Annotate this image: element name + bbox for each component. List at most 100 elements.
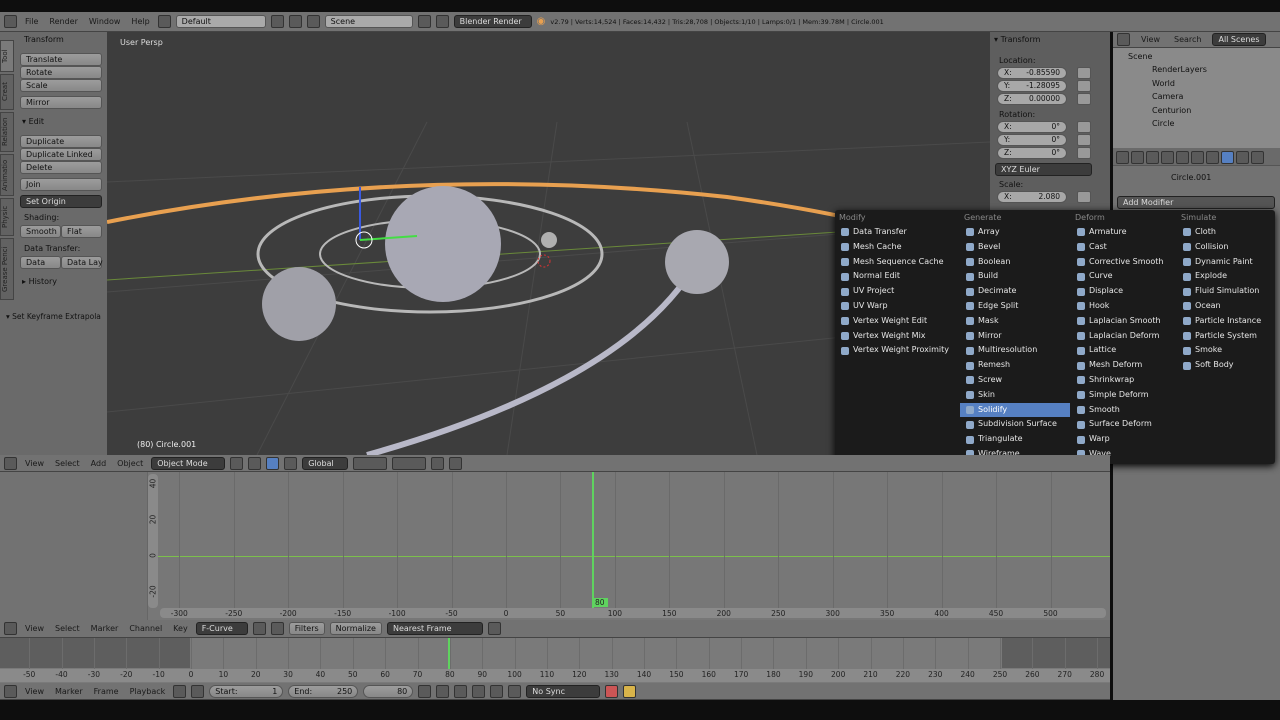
normalize-toggle[interactable]: Normalize	[329, 622, 382, 635]
layout-field[interactable]: Default	[175, 15, 266, 28]
rotate-button[interactable]: Rotate	[20, 66, 102, 79]
modifier-item-hook[interactable]: Hook	[1071, 299, 1177, 314]
modifier-item-mesh-cache[interactable]: Mesh Cache	[835, 240, 960, 255]
n-transform-header[interactable]: ▾ Transform	[994, 35, 1040, 44]
modifier-item-mask[interactable]: Mask	[960, 314, 1070, 329]
modifier-item-mirror[interactable]: Mirror	[960, 329, 1070, 344]
flat-button[interactable]: Flat	[61, 225, 102, 238]
modifier-item-vertex-weight-edit[interactable]: Vertex Weight Edit	[835, 314, 960, 329]
menu-channel[interactable]: Channel	[126, 624, 165, 633]
editor-type-icon[interactable]	[4, 622, 17, 635]
menu-view[interactable]: View	[22, 687, 47, 696]
playhead-line[interactable]	[592, 472, 594, 608]
modifier-item-solidify[interactable]: Solidify	[960, 402, 1070, 418]
location-z-field[interactable]: Z: 0.00000	[997, 93, 1067, 105]
editor-type-icon[interactable]	[1116, 151, 1129, 164]
history-panel-header[interactable]: ▸ History	[22, 277, 57, 286]
sun-sphere[interactable]	[385, 186, 501, 302]
close-scene-icon[interactable]	[435, 15, 449, 28]
modifier-item-armature[interactable]: Armature	[1071, 225, 1177, 240]
menu-render[interactable]: Render	[46, 17, 80, 26]
editor-type-icon[interactable]	[4, 15, 17, 28]
outliner-item-renderlayers[interactable]: RenderLayers	[1140, 65, 1207, 74]
rotation-x-field[interactable]: X: 0°	[997, 121, 1067, 133]
prev-keyframe-icon[interactable]	[436, 684, 450, 698]
planet-sphere[interactable]	[262, 267, 336, 341]
add-modifier-dropdown[interactable]: Add Modifier	[1117, 196, 1275, 209]
lock-icon[interactable]	[1077, 121, 1091, 133]
lock-icon[interactable]	[1077, 67, 1091, 79]
menu-marker[interactable]: Marker	[88, 624, 122, 633]
tab-relations[interactable]: Relation	[0, 112, 14, 152]
modifier-item-boolean[interactable]: Boolean	[960, 255, 1070, 270]
outliner-item-centurion[interactable]: Centurion	[1140, 106, 1191, 115]
delete-button[interactable]: Delete	[20, 161, 102, 174]
fcurve-line[interactable]	[148, 556, 1110, 557]
modifier-item-shrinkwrap[interactable]: Shrinkwrap	[1071, 373, 1177, 388]
tab-animation[interactable]: Animatio	[0, 154, 14, 196]
lock-icon[interactable]	[1077, 134, 1091, 146]
modifier-item-array[interactable]: Array	[960, 225, 1070, 240]
mirror-button[interactable]: Mirror	[20, 96, 102, 109]
snap-select[interactable]: Nearest Frame	[386, 622, 483, 635]
lock-icon[interactable]	[1077, 93, 1091, 105]
record-icon[interactable]	[605, 684, 619, 698]
play-icon[interactable]	[472, 684, 486, 698]
play-reverse-icon[interactable]	[454, 684, 468, 698]
only-selected-icon[interactable]	[252, 622, 266, 635]
set-origin-dropdown[interactable]: Set Origin	[20, 195, 102, 208]
rotate-manipulator-icon[interactable]	[284, 456, 298, 470]
menu-window[interactable]: Window	[86, 17, 124, 26]
modifier-item-mesh-deform[interactable]: Mesh Deform	[1071, 358, 1177, 373]
menu-playback[interactable]: Playback	[127, 687, 169, 696]
transform-panel-header[interactable]: Transform	[24, 35, 64, 44]
modifier-item-surface-deform[interactable]: Surface Deform	[1071, 417, 1177, 432]
modifier-item-vertex-weight-mix[interactable]: Vertex Weight Mix	[835, 329, 960, 344]
translate-button[interactable]: Translate	[20, 53, 102, 66]
graph-mode-select[interactable]: F-Curve	[195, 622, 248, 635]
keyframe-icon[interactable]	[623, 684, 637, 698]
pivot-icon[interactable]	[487, 622, 501, 635]
menu-add[interactable]: Add	[88, 459, 110, 468]
duplicate-linked-button[interactable]: Duplicate Linked	[20, 148, 102, 161]
location-x-field[interactable]: X: -0.85590	[997, 67, 1067, 79]
mode-select[interactable]: Object Mode	[151, 456, 226, 470]
location-y-field[interactable]: Y: -1.28095	[997, 80, 1067, 92]
layers-icon[interactable]	[353, 456, 388, 470]
menu-file[interactable]: File	[22, 17, 41, 26]
modifier-item-warp[interactable]: Warp	[1071, 432, 1177, 447]
modifier-item-displace[interactable]: Displace	[1071, 284, 1177, 299]
add-layout-icon[interactable]	[270, 15, 284, 28]
object-tab-icon[interactable]	[1191, 151, 1204, 164]
outliner-item-scene[interactable]: Scene	[1128, 52, 1152, 61]
jump-start-icon[interactable]	[418, 684, 432, 698]
lock-icon[interactable]	[1077, 147, 1091, 159]
preview-range-icon[interactable]	[173, 684, 187, 698]
smooth-button[interactable]: Smooth	[20, 225, 61, 238]
modifier-item-explode[interactable]: Explode	[1177, 269, 1275, 284]
lock-icon[interactable]	[1077, 80, 1091, 92]
menu-key[interactable]: Key	[170, 624, 191, 633]
modifier-item-cast[interactable]: Cast	[1071, 240, 1177, 255]
modifier-item-uv-warp[interactable]: UV Warp	[835, 299, 960, 314]
outliner-type-icon[interactable]	[1117, 33, 1130, 46]
menu-view[interactable]: View	[22, 459, 47, 468]
next-keyframe-icon[interactable]	[490, 684, 504, 698]
lock-icon[interactable]	[1077, 191, 1091, 203]
outliner-item-camera[interactable]: Camera	[1140, 92, 1183, 101]
modifier-item-lattice[interactable]: Lattice	[1071, 343, 1177, 358]
modifier-item-laplacian-deform[interactable]: Laplacian Deform	[1071, 329, 1177, 344]
moon-sphere[interactable]	[541, 232, 557, 248]
menu-marker[interactable]: Marker	[52, 687, 86, 696]
modifier-item-simple-deform[interactable]: Simple Deform	[1071, 388, 1177, 403]
modifier-item-bevel[interactable]: Bevel	[960, 240, 1070, 255]
start-frame-field[interactable]: Start: 1	[209, 684, 284, 698]
snap-icon[interactable]	[431, 456, 445, 470]
modifier-item-curve[interactable]: Curve	[1071, 269, 1177, 284]
modifier-item-laplacian-smooth[interactable]: Laplacian Smooth	[1071, 314, 1177, 329]
end-frame-field[interactable]: End: 250	[288, 684, 359, 698]
scale-button[interactable]: Scale	[20, 79, 102, 92]
modifier-item-skin[interactable]: Skin	[960, 388, 1070, 403]
planet-sphere-right[interactable]	[665, 230, 729, 294]
modifier-item-corrective-smooth[interactable]: Corrective Smooth	[1071, 255, 1177, 270]
